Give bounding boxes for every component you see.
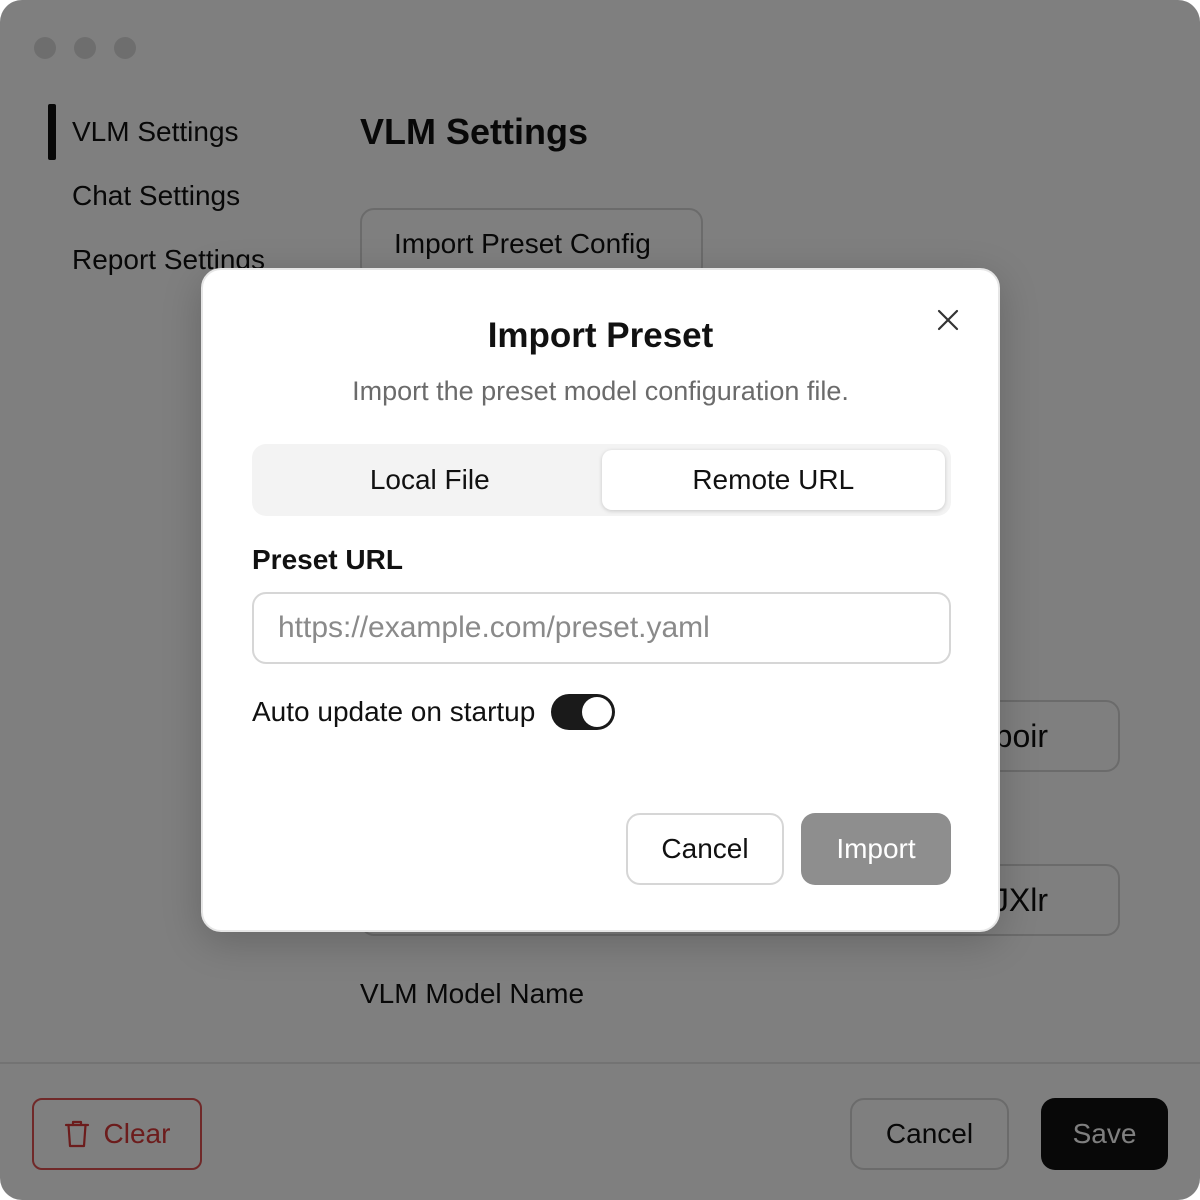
tab-remote-url[interactable]: Remote URL [601,450,945,510]
settings-window: VLM Settings Chat Settings Report Settin… [0,0,1200,1200]
preset-url-label: Preset URL [252,544,403,575]
dialog-cancel-button[interactable]: Cancel [626,813,784,885]
source-tabs: Local File Remote URL [252,444,951,516]
auto-update-toggle[interactable] [551,694,616,730]
tab-local-file[interactable]: Local File [258,450,602,510]
dialog-title: Import Preset [487,316,714,355]
auto-update-label: Auto update on startup [252,696,536,727]
import-button[interactable]: Import [801,813,951,885]
dialog-subtitle: Import the preset model configuration fi… [352,376,849,406]
import-preset-dialog: Import Preset Import the preset model co… [201,268,1000,932]
auto-update-row: Auto update on startup [252,694,616,730]
preset-url-input[interactable] [252,592,951,664]
